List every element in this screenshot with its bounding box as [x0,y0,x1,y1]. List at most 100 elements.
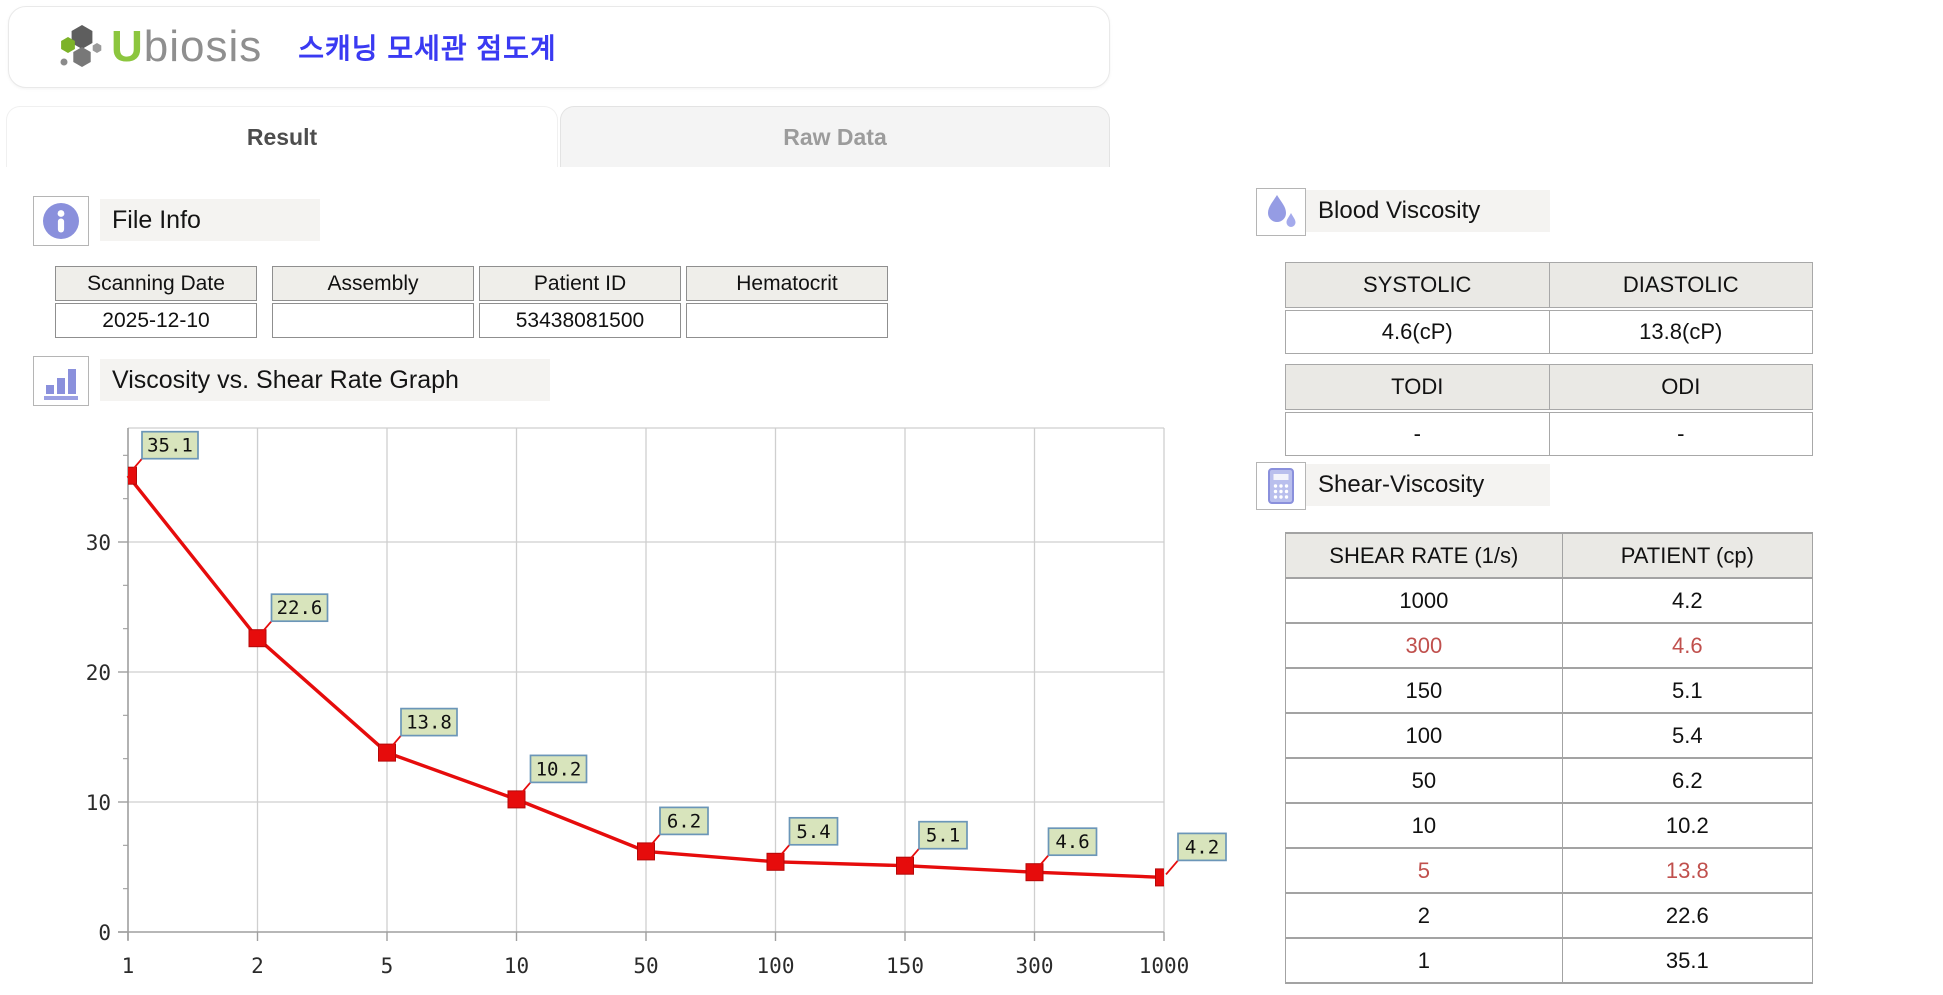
field-value: 2025-12-10 [55,303,257,338]
data-point-marker [378,743,396,762]
patient-viscosity-cell: 10.2 [1561,802,1814,849]
shear-table-row: 50 6.2 [1285,757,1814,804]
blood-viscosity-iconbox [1256,188,1306,236]
app-title: 스캐닝 모세관 점도계 [298,33,557,64]
data-point-marker [766,852,785,871]
file-info-field-hematocrit: Hematocrit [686,266,888,338]
y-tick-label: 30 [86,531,111,555]
diastolic-value: 13.8(cP) [1548,311,1813,353]
data-point-label: 13.8 [406,712,452,734]
x-tick-label: 100 [757,954,795,978]
data-point-label: 4.2 [1185,836,1219,858]
y-tick-label: 10 [86,791,111,815]
data-point-label: 5.1 [926,825,960,847]
field-label: Scanning Date [55,266,257,301]
shear-rate-cell: 150 [1285,667,1563,714]
shear-rate-cell: 300 [1285,622,1563,669]
x-tick-label: 10 [504,954,529,978]
field-value [686,303,888,338]
graph-iconbox [33,356,89,406]
bar-chart-icon [44,369,78,400]
brand-text: Ubiosis [111,22,262,72]
odi-value: - [1548,413,1813,455]
label-leader-line [1165,859,1179,875]
shear-rate-cell: 50 [1285,757,1563,804]
shear-viscosity-iconbox [1256,462,1306,510]
calculator-icon [1268,468,1294,504]
data-point-marker [248,629,267,648]
patient-viscosity-cell: 22.6 [1561,892,1814,939]
shear-table-row: 1000 4.2 [1285,577,1814,624]
shear-table-row: 300 4.6 [1285,622,1814,669]
graph-section-title: Viscosity vs. Shear Rate Graph [100,359,550,401]
field-label: Patient ID [479,266,681,301]
file-info-section-title: File Info [100,199,320,241]
app-window: Ubiosis 스캐닝 모세관 점도계 Result Raw Data File… [0,0,1943,995]
patient-viscosity-cell: 4.6 [1561,622,1814,669]
file-info-field-scanning-date: Scanning Date 2025-12-10 [55,266,257,338]
brand-first-letter: U [111,22,144,71]
shear-table-row: 10 10.2 [1285,802,1814,849]
patient-column-header: PATIENT (cp) [1561,532,1814,579]
field-label: Assembly [272,266,474,301]
data-point-label: 5.4 [796,821,830,843]
shear-table-row: 1 35.1 [1285,937,1814,984]
x-tick-label: 1000 [1139,954,1190,978]
shear-viscosity-table: SHEAR RATE (1/s) PATIENT (cp) 1000 4.2 300… [1285,532,1814,984]
shear-table-row: 5 13.8 [1285,847,1814,894]
data-point-marker [507,790,526,809]
odi-header: ODI [1548,365,1813,409]
brand-rest: biosis [143,22,263,71]
blood-viscosity-table-1: SYSTOLIC DIASTOLIC 4.6(cP) 13.8(cP) [1285,262,1813,354]
data-point-marker [1025,863,1044,882]
x-tick-label: 2 [251,954,264,978]
shear-rate-cell: 100 [1285,712,1563,759]
data-point-label: 4.6 [1055,831,1089,853]
data-point-marker [637,842,655,861]
file-info-field-patient-id: Patient ID 53438081500 [479,266,681,338]
systolic-value: 4.6(cP) [1381,319,1453,344]
patient-viscosity-cell: 4.2 [1561,577,1814,624]
todi-value: - [1413,421,1421,446]
viscosity-chart: 0 10 20 30 1 2 5 10 50 100 150 300 1000 35.1 22.6 13.8 1… [86,427,1227,978]
patient-viscosity-cell: 5.4 [1561,712,1814,759]
shear-rate-cell: 1000 [1285,577,1563,624]
patient-viscosity-cell: 35.1 [1561,937,1814,984]
shear-rate-column-header: SHEAR RATE (1/s) [1285,532,1563,579]
data-point-label: 22.6 [277,597,323,619]
data-point-label: 35.1 [147,435,193,457]
y-tick-label: 20 [86,661,111,685]
x-tick-label: 50 [633,954,658,978]
data-point-label: 6.2 [667,810,701,832]
field-label: Hematocrit [686,266,888,301]
field-value: 53438081500 [479,303,681,338]
shear-rate-cell: 5 [1285,847,1563,894]
shear-table-row: 100 5.4 [1285,712,1814,759]
patient-viscosity-cell: 6.2 [1561,757,1814,804]
shear-table-row: 150 5.1 [1285,667,1814,714]
data-point-marker [896,856,914,875]
y-tick-label: 0 [98,921,111,945]
systolic-header: SYSTOLIC [1363,272,1472,297]
info-icon [43,203,79,239]
blood-viscosity-section-title: Blood Viscosity [1306,190,1550,232]
data-point-marker [128,466,137,485]
todi-header: TODI [1391,374,1444,399]
shear-rate-cell: 2 [1285,892,1563,939]
tab-raw-data[interactable]: Raw Data [560,106,1110,167]
shear-table-body: 1000 4.2 300 4.6 150 5.1 100 5.4 50 6.2 10 10.2 5 13.… [1285,577,1814,984]
blood-viscosity-table-2: TODI ODI - - [1285,364,1813,456]
x-tick-label: 300 [1016,954,1054,978]
x-tick-label: 1 [122,954,135,978]
ubiosis-logo-icon [60,25,102,67]
data-point-marker [1155,868,1164,887]
file-info-field-assembly: Assembly [272,266,474,338]
tab-result[interactable]: Result [6,106,558,167]
x-tick-label: 150 [886,954,924,978]
diastolic-header: DIASTOLIC [1548,263,1813,307]
patient-viscosity-cell: 13.8 [1561,847,1814,894]
header: Ubiosis 스캐닝 모세관 점도계 [8,6,1110,88]
patient-viscosity-cell: 5.1 [1561,667,1814,714]
shear-rate-cell: 10 [1285,802,1563,849]
shear-viscosity-section-title: Shear-Viscosity [1306,464,1550,506]
